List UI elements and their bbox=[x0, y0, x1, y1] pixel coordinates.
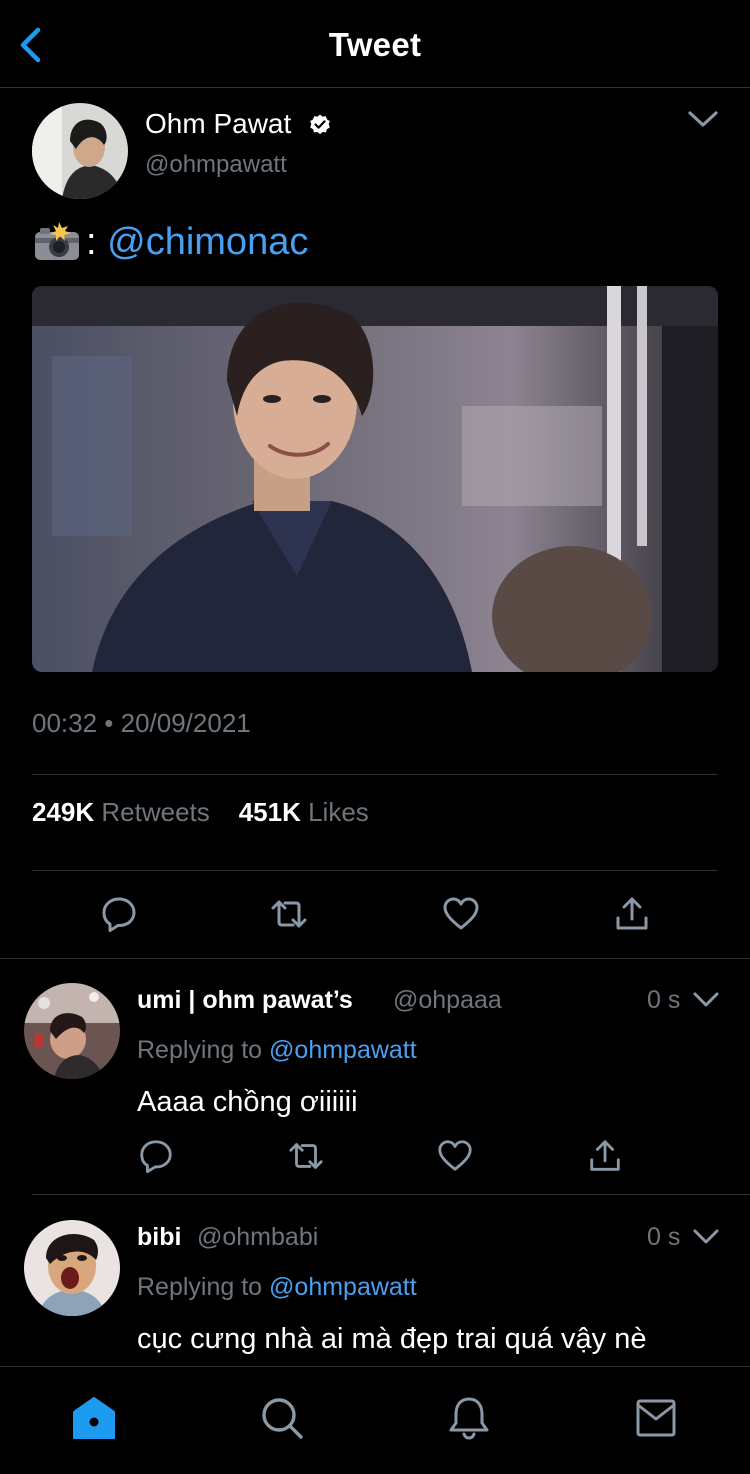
retweet-icon[interactable] bbox=[269, 894, 309, 934]
author-name[interactable]: Ohm Pawat bbox=[145, 108, 291, 140]
divider bbox=[32, 870, 718, 871]
likes-count: 451K bbox=[238, 797, 301, 827]
notifications-icon[interactable] bbox=[446, 1395, 492, 1441]
replying-to: Replying to @ohmpawatt bbox=[137, 1036, 417, 1065]
divider bbox=[32, 774, 718, 775]
reply-icon[interactable] bbox=[137, 1137, 175, 1175]
reply-text: cục cưng nhà ai mà đẹp trai quá vậy nè bbox=[137, 1323, 647, 1355]
reply-time: 0 s bbox=[647, 986, 681, 1014]
retweets-stat[interactable]: 249K Retweets bbox=[32, 797, 210, 827]
retweet-icon[interactable] bbox=[287, 1137, 325, 1175]
avatar[interactable] bbox=[32, 103, 128, 199]
tweet-stats: 249K Retweets 451K Likes bbox=[32, 797, 369, 828]
replying-to-label: Replying to bbox=[137, 1273, 263, 1301]
home-icon[interactable] bbox=[71, 1395, 117, 1441]
tweet-text: : @chimonac bbox=[32, 220, 308, 264]
replying-to: Replying to @ohmpawatt bbox=[137, 1273, 417, 1302]
avatar[interactable] bbox=[24, 983, 120, 1079]
likes-label: Likes bbox=[308, 797, 369, 827]
reply-author-name[interactable]: bibi bbox=[137, 1223, 181, 1252]
chevron-down-icon[interactable] bbox=[692, 990, 720, 1010]
like-icon[interactable] bbox=[441, 894, 481, 934]
reply-author-name[interactable]: umi | ohm pawat’s bbox=[137, 986, 353, 1015]
search-icon[interactable] bbox=[259, 1395, 305, 1441]
author-handle[interactable]: @ohmpawatt bbox=[145, 151, 287, 179]
retweets-label: Retweets bbox=[101, 797, 210, 827]
divider bbox=[32, 1194, 750, 1195]
chevron-down-icon[interactable] bbox=[686, 108, 720, 130]
share-icon[interactable] bbox=[586, 1137, 624, 1175]
reply-author-handle[interactable]: @ohpaaa bbox=[393, 986, 502, 1015]
likes-stat[interactable]: 451K Likes bbox=[239, 797, 369, 827]
retweets-count: 249K bbox=[32, 797, 95, 827]
reply-icon[interactable] bbox=[99, 894, 139, 934]
avatar[interactable] bbox=[24, 1220, 120, 1316]
tweet-text-colon: : bbox=[86, 220, 97, 263]
mention-link[interactable]: @chimonac bbox=[107, 221, 308, 264]
reply-time: 0 s bbox=[647, 1223, 681, 1251]
verified-badge-icon bbox=[308, 113, 332, 137]
header: Tweet bbox=[0, 0, 750, 88]
tweet-photo[interactable] bbox=[32, 286, 718, 672]
reply-author-handle[interactable]: @ohmbabi bbox=[197, 1223, 318, 1252]
tweet-timestamp: 00:32 • 20/09/2021 bbox=[32, 708, 251, 738]
like-icon[interactable] bbox=[436, 1137, 474, 1175]
mention-link[interactable]: @ohmpawatt bbox=[269, 1273, 417, 1301]
share-icon[interactable] bbox=[612, 894, 652, 934]
chevron-down-icon[interactable] bbox=[692, 1227, 720, 1247]
tab-bar bbox=[0, 1366, 750, 1474]
mention-link[interactable]: @ohmpawatt bbox=[269, 1036, 417, 1064]
divider bbox=[0, 958, 750, 959]
messages-icon[interactable] bbox=[633, 1395, 679, 1441]
replying-to-label: Replying to bbox=[137, 1036, 263, 1064]
reply-text: Aaaa chồng ơiiiiii bbox=[137, 1086, 358, 1118]
camera-flash-emoji-icon bbox=[32, 220, 82, 264]
page-title: Tweet bbox=[328, 26, 422, 63]
